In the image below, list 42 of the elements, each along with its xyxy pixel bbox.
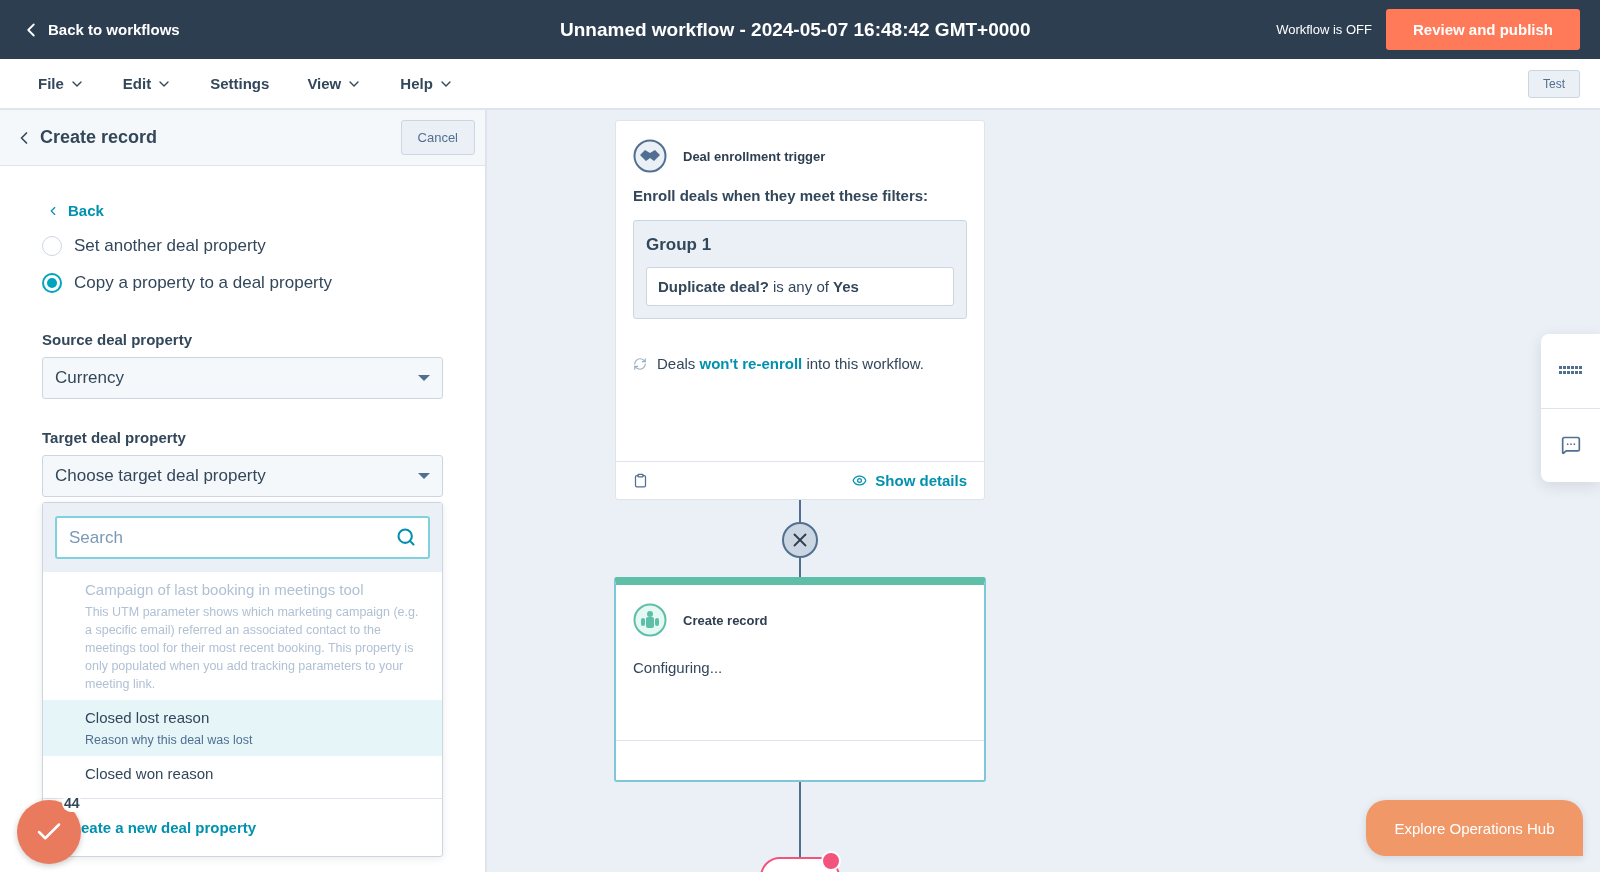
panel-title: Create record <box>40 127 159 148</box>
radio-button[interactable] <box>42 273 62 293</box>
refresh-icon <box>633 356 647 371</box>
clipboard-icon[interactable] <box>633 473 648 488</box>
reenroll-text: Deals won't re-enroll into this workflow. <box>657 355 924 372</box>
workflow-status: Workflow is OFF <box>1276 22 1372 37</box>
menu-item[interactable]: Edit <box>122 75 173 92</box>
action-status: Configuring... <box>632 658 724 676</box>
search-icon <box>396 527 416 547</box>
cancel-button[interactable]: Cancel <box>400 120 475 155</box>
create-property-link[interactable]: eate a new deal property <box>81 819 257 836</box>
test-button[interactable]: Test <box>1528 69 1580 98</box>
card-title: Create record <box>683 612 768 628</box>
field-label: Source deal property <box>42 331 194 348</box>
search-field[interactable]: Search <box>55 516 430 559</box>
workflow-title: Unnamed workflow - 2024-05-07 16:48:42 GMT+0000 <box>560 18 1032 41</box>
people-icon <box>633 603 667 637</box>
tasks-button[interactable] <box>17 800 81 864</box>
card-title: Deal enrollment trigger <box>683 148 826 164</box>
menu-item[interactable]: Help <box>400 75 454 92</box>
menu-item[interactable]: File <box>38 75 85 92</box>
reenroll-link[interactable]: won't re-enroll <box>699 355 803 372</box>
group-title: Group 1 <box>646 235 713 255</box>
target-select[interactable]: Choose target deal property <box>42 455 443 497</box>
radio-label: Copy a property to a deal property <box>74 273 332 293</box>
dropdown-option[interactable]: Closed lost reason Reason why this deal was lost <box>43 700 442 756</box>
dots-icon <box>1558 365 1583 376</box>
card-subtitle: Enroll deals when they meet these filters: <box>632 186 930 204</box>
back-link[interactable]: Back to workflows <box>20 18 560 41</box>
dropdown-option[interactable]: Closed won reason <box>43 756 442 789</box>
warning-dot <box>821 851 841 871</box>
back-link[interactable]: Back <box>46 202 443 219</box>
menu-item[interactable]: View <box>307 75 363 92</box>
field-label: Target deal property <box>42 429 187 446</box>
chat-icon <box>1560 435 1581 456</box>
menu-item[interactable]: Settings <box>210 75 270 92</box>
show-details-link[interactable]: Show details <box>852 472 967 489</box>
radio-button[interactable] <box>42 236 62 256</box>
delete-button[interactable] <box>782 522 818 558</box>
eye-icon <box>852 473 868 488</box>
radio-label: Set another deal property <box>74 236 266 256</box>
source-select[interactable]: Currency <box>42 357 443 399</box>
